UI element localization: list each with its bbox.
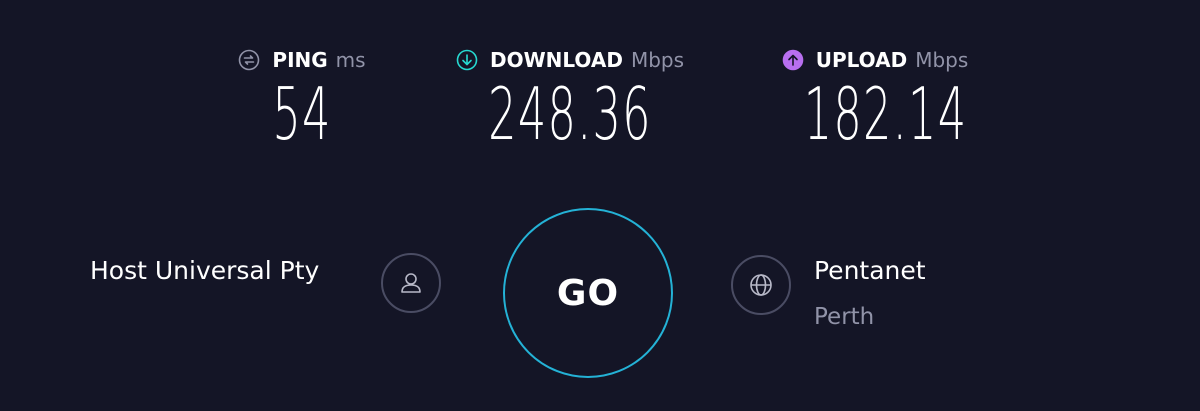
download-header: DOWNLOAD Mbps (430, 46, 710, 74)
isp-name: Host Universal Pty (90, 256, 320, 285)
server-location: Perth (814, 304, 875, 330)
download-metric: DOWNLOAD Mbps 248.36 (430, 46, 710, 150)
ping-header: PING ms (222, 46, 382, 74)
go-button[interactable]: GO (503, 208, 673, 378)
ping-metric: PING ms 54 (222, 46, 382, 150)
upload-metric: UPLOAD Mbps 182.14 (760, 46, 990, 150)
ping-value: 54 (272, 72, 332, 156)
upload-icon (782, 49, 804, 71)
ping-icon (239, 49, 260, 71)
ping-label: PING (272, 48, 328, 72)
change-server-button[interactable] (731, 255, 791, 315)
ping-unit: ms (335, 48, 366, 72)
upload-label: UPLOAD (815, 48, 908, 72)
user-icon (401, 273, 421, 293)
download-value: 248.36 (488, 72, 652, 156)
globe-icon (750, 274, 772, 296)
server-name: Pentanet (814, 256, 926, 285)
download-icon (456, 49, 478, 71)
go-label: GO (556, 272, 620, 314)
upload-unit: Mbps (915, 48, 969, 72)
upload-header: UPLOAD Mbps (760, 46, 990, 74)
upload-value: 182.14 (803, 72, 968, 156)
download-label: DOWNLOAD (489, 48, 623, 72)
change-isp-button[interactable] (381, 253, 441, 313)
download-unit: Mbps (630, 48, 685, 72)
speedtest-panel: PING ms 54 DOWNLOAD Mbps 248.36 UPLOAD Mbps (0, 0, 1200, 411)
